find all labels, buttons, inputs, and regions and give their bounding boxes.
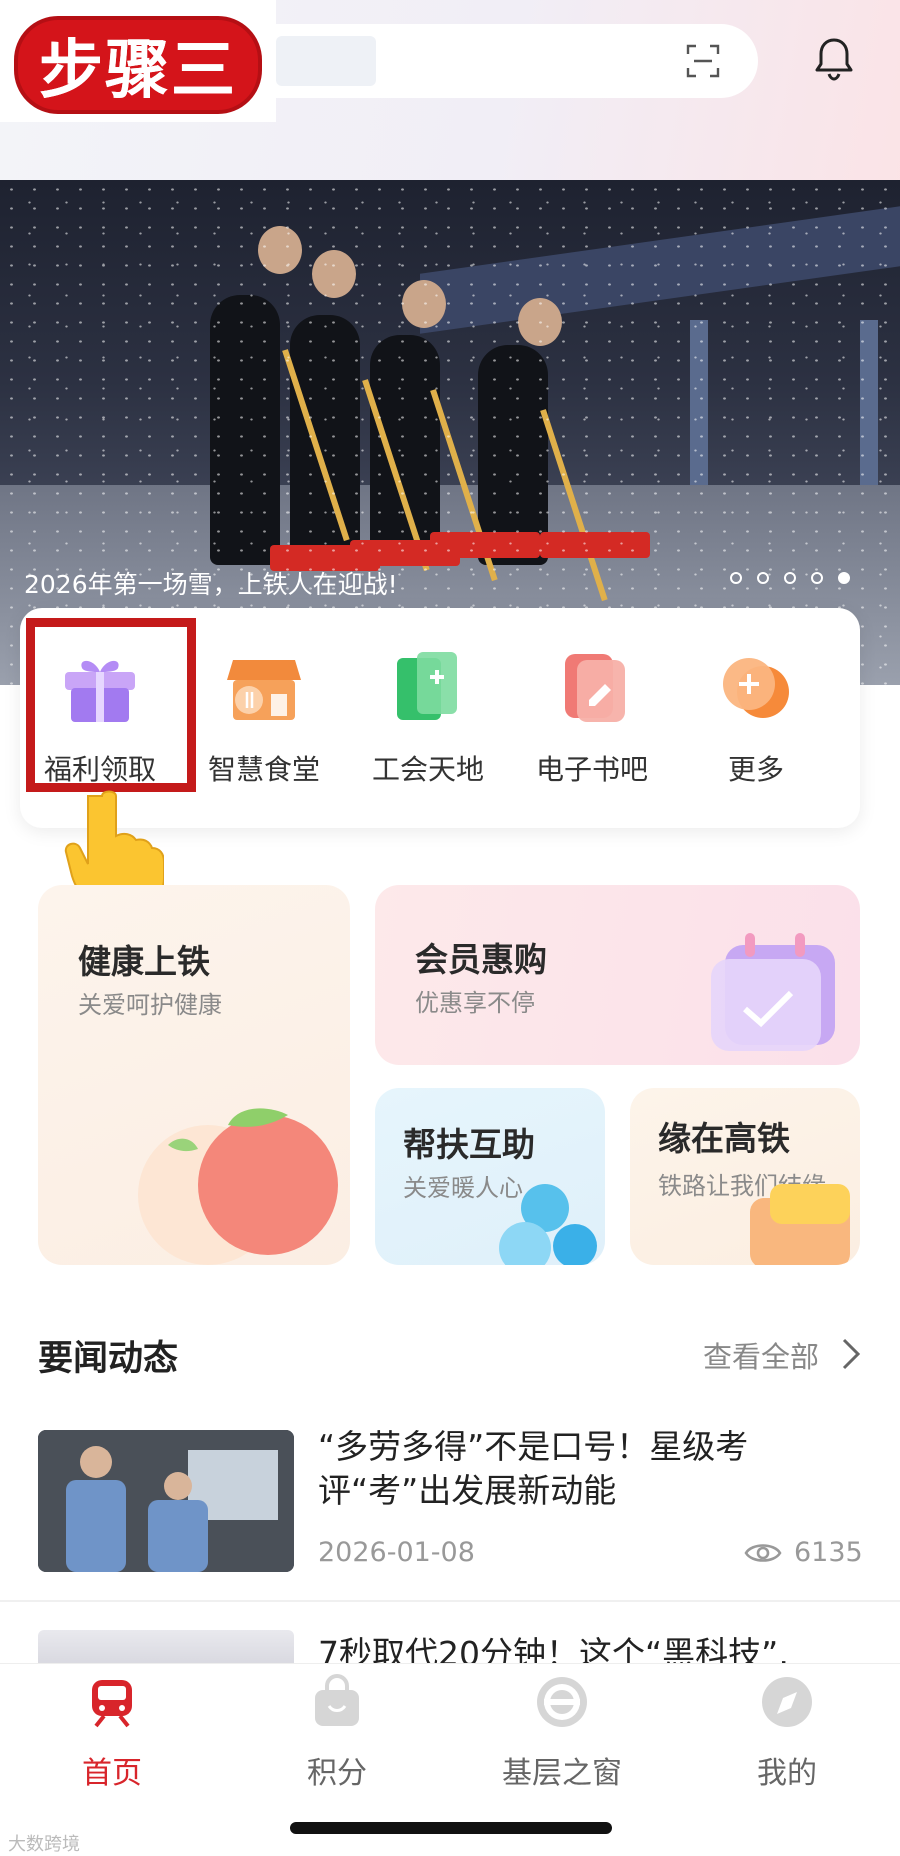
quick-entry-ebook[interactable]: 电子书吧 xyxy=(512,648,672,788)
tab-label: 积分 xyxy=(307,1756,367,1791)
watermark: 大数跨境 xyxy=(8,1834,80,1855)
news-section-title: 要闻动态 xyxy=(38,1339,179,1379)
card-title: 帮扶互助 xyxy=(403,1125,535,1164)
highlight-box xyxy=(26,618,196,792)
help-icon xyxy=(499,1184,597,1265)
quick-entry-label: 工会天地 xyxy=(371,753,484,786)
train-icon xyxy=(92,1680,132,1728)
ticket-icon xyxy=(750,1184,850,1265)
carousel-dot[interactable] xyxy=(784,572,796,584)
tab-mine[interactable]: 我的 xyxy=(707,1674,867,1792)
quick-entry-label: 智慧食堂 xyxy=(207,753,320,786)
carousel-dot[interactable] xyxy=(730,572,742,584)
news-title[interactable]: 7秒取代20分钟！这个“黑科技”, xyxy=(318,1627,878,1667)
calendar-icon xyxy=(711,933,835,1051)
more-plus-icon xyxy=(723,658,789,718)
quick-entry-union[interactable]: 工会天地 xyxy=(348,648,508,788)
apple-icon xyxy=(138,1108,338,1265)
search-placeholder xyxy=(276,36,376,86)
news-date: 2026-01-08 xyxy=(318,1537,475,1568)
news-views: 6135 xyxy=(794,1537,863,1568)
union-book-icon xyxy=(397,652,457,720)
news-thumbnail[interactable] xyxy=(38,1430,294,1572)
search-bar[interactable] xyxy=(240,24,758,98)
quick-entry-canteen[interactable]: 智慧食堂 xyxy=(184,648,344,788)
ebook-icon xyxy=(565,654,625,722)
tab-label: 基层之窗 xyxy=(502,1756,622,1791)
news-title[interactable]: “多劳多得”不是口号！星级考评“考”出发展新动能 xyxy=(318,1425,863,1513)
compass-icon xyxy=(762,1677,812,1727)
tab-label: 首页 xyxy=(82,1756,142,1791)
carousel-dot-active[interactable] xyxy=(838,572,850,584)
chevron-right-icon[interactable] xyxy=(840,1336,862,1372)
quick-entry-label: 更多 xyxy=(727,753,784,786)
step-badge: 步骤三 xyxy=(0,0,276,122)
card-title: 会员惠购 xyxy=(415,940,547,979)
card-title: 缘在高铁 xyxy=(658,1119,790,1158)
bell-icon[interactable] xyxy=(812,36,856,82)
carousel-dot[interactable] xyxy=(811,572,823,584)
banner-caption: 2026年第一场雪，上铁人在迎战! xyxy=(24,570,398,599)
card-fate[interactable]: 缘在高铁 铁路让我们结缘 xyxy=(630,1088,860,1265)
tab-points[interactable]: 积分 xyxy=(257,1674,417,1792)
carousel-dot[interactable] xyxy=(757,572,769,584)
carousel-dots[interactable] xyxy=(730,572,850,584)
quick-entry-more[interactable]: 更多 xyxy=(676,648,836,788)
card-health[interactable]: 健康上铁 关爱呵护健康 xyxy=(38,885,350,1265)
eye-icon xyxy=(744,1544,782,1562)
card-help[interactable]: 帮扶互助 关爱暖人心 xyxy=(375,1088,605,1265)
tab-label: 我的 xyxy=(757,1756,817,1791)
scan-icon[interactable] xyxy=(686,44,720,78)
railway-logo-icon xyxy=(537,1677,587,1727)
divider xyxy=(0,1600,900,1602)
see-all-link[interactable]: 查看全部 xyxy=(703,1334,819,1376)
card-subtitle: 关爱呵护健康 xyxy=(78,991,222,1019)
card-title: 健康上铁 xyxy=(78,942,210,981)
card-member[interactable]: 会员惠购 优惠享不停 xyxy=(375,885,860,1065)
step-label: 步骤三 xyxy=(14,16,262,114)
train-cab-photo xyxy=(38,1430,294,1572)
tab-grassroots[interactable]: 基层之窗 xyxy=(482,1674,642,1792)
quick-entry-label: 电子书吧 xyxy=(535,753,648,786)
shopping-bag-icon xyxy=(315,1674,359,1726)
tab-home[interactable]: 首页 xyxy=(32,1674,192,1792)
canteen-icon xyxy=(227,660,301,720)
home-indicator[interactable] xyxy=(290,1822,612,1834)
card-subtitle: 优惠享不停 xyxy=(415,989,535,1017)
